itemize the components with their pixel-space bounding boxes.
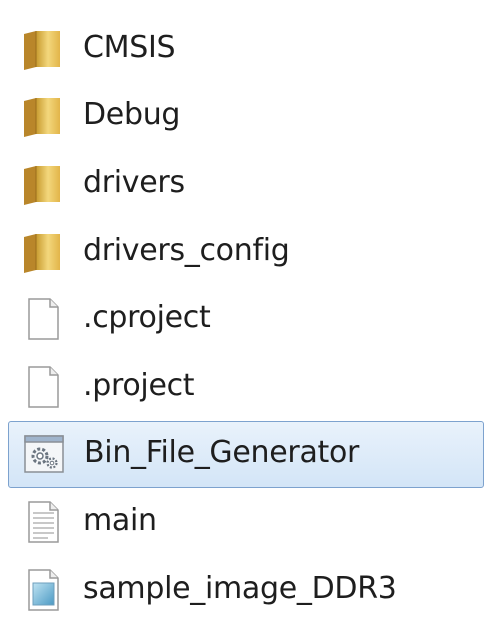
- file-item-drivers[interactable]: drivers: [8, 150, 484, 218]
- file-item-drivers-config[interactable]: drivers_config: [8, 218, 484, 286]
- file-list: CMSIS Debug drivers drivers_config .cpro…: [8, 15, 484, 623]
- file-name: drivers_config: [83, 232, 290, 268]
- file-name: Bin_File_Generator: [84, 435, 360, 471]
- file-item-cmsis[interactable]: CMSIS: [8, 15, 484, 83]
- blank-file-icon: [20, 364, 66, 410]
- folder-icon: [20, 26, 66, 72]
- image-file-icon: [20, 567, 66, 613]
- file-name: Debug: [83, 97, 181, 133]
- folder-icon: [20, 229, 66, 275]
- file-item-main[interactable]: main: [8, 488, 484, 556]
- file-item-bin-file-generator[interactable]: Bin_File_Generator: [8, 420, 484, 489]
- file-item-cproject[interactable]: .cproject: [8, 285, 484, 353]
- file-name: main: [83, 503, 157, 539]
- executable-icon: [21, 431, 67, 477]
- blank-file-icon: [20, 296, 66, 342]
- file-name: CMSIS: [83, 29, 176, 65]
- folder-icon: [20, 93, 66, 139]
- file-item-sample-image-ddr3[interactable]: sample_image_DDR3: [8, 556, 484, 623]
- file-name: drivers: [83, 165, 185, 201]
- file-name: .cproject: [83, 300, 211, 336]
- folder-icon: [20, 161, 66, 207]
- text-file-icon: [20, 499, 66, 545]
- file-item-project[interactable]: .project: [8, 353, 484, 421]
- file-item-debug[interactable]: Debug: [8, 83, 484, 151]
- file-name: sample_image_DDR3: [83, 570, 397, 606]
- file-name: .project: [83, 367, 195, 403]
